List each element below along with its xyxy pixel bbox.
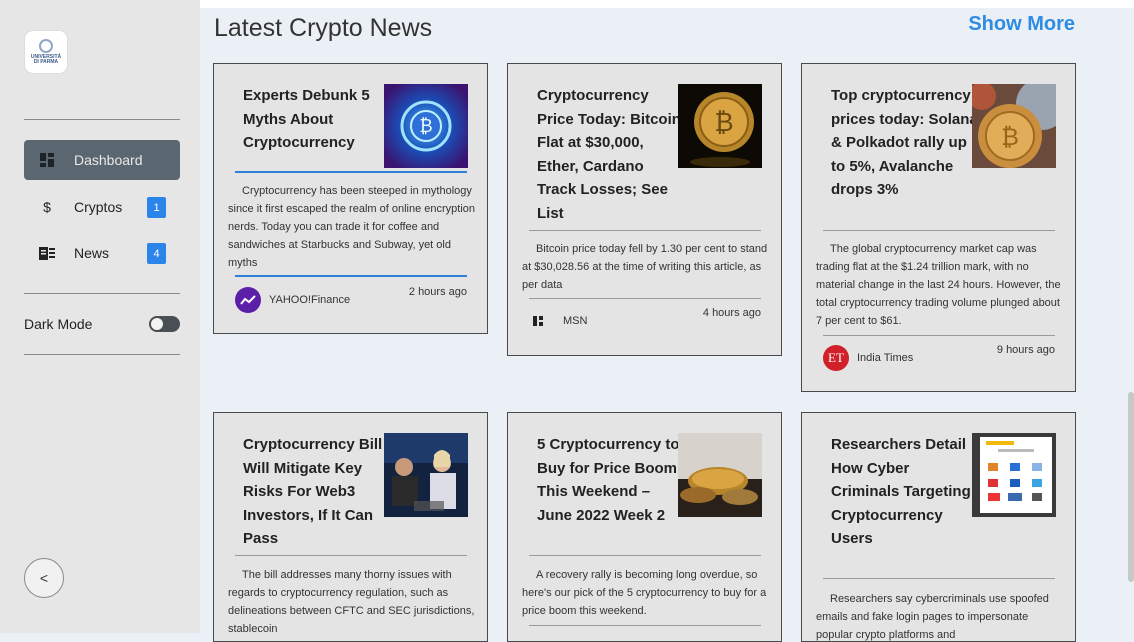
- page-title: Latest Crypto News: [214, 14, 433, 42]
- card-source-name: YAHOO!Finance: [269, 294, 351, 306]
- card-description: Cryptocurrency has been steeped in mytho…: [228, 185, 476, 269]
- card-separator: [823, 578, 1055, 579]
- card-description: The global cryptocurrency market cap was…: [816, 243, 1061, 327]
- news-card[interactable]: Researchers Detail How Cyber Criminals T…: [801, 412, 1076, 642]
- dashboard-icon: [39, 153, 55, 167]
- card-source: MSN 4 hours ago: [529, 307, 761, 335]
- card-separator: [529, 555, 761, 556]
- card-description: Researchers say cybercriminals use spoof…: [816, 593, 1049, 641]
- card-description: A recovery rally is becoming long overdu…: [522, 569, 767, 617]
- sidebar-item-news[interactable]: News 4: [24, 233, 180, 273]
- card-separator: [823, 335, 1055, 336]
- card-description: Bitcoin price today fell by 1.30 per cen…: [522, 243, 768, 291]
- card-title[interactable]: Experts Debunk 5 Myths About Cryptocurre…: [243, 84, 391, 155]
- card-title[interactable]: Top cryptocurrency prices today: Solana …: [831, 84, 979, 202]
- card-description: The bill addresses many thorny issues wi…: [228, 569, 475, 635]
- card-separator: [529, 298, 761, 299]
- show-more-link[interactable]: Show More: [968, 13, 1075, 36]
- top-strip: [200, 0, 1134, 8]
- card-image[interactable]: ₿: [384, 84, 468, 168]
- yahoo-finance-logo-icon: [235, 287, 261, 313]
- dark-mode-label: Dark Mode: [24, 316, 93, 332]
- card-separator: [235, 275, 467, 277]
- collapse-sidebar-button[interactable]: <: [24, 558, 64, 598]
- dollar-icon: $: [43, 199, 51, 215]
- news-card[interactable]: Experts Debunk 5 Myths About Cryptocurre…: [213, 63, 488, 334]
- news-card[interactable]: Top cryptocurrency prices today: Solana …: [801, 63, 1076, 392]
- card-separator: [823, 230, 1055, 231]
- svg-text:₿: ₿: [419, 116, 432, 137]
- card-source: ET India Times 9 hours ago: [823, 344, 1055, 372]
- card-time: 9 hours ago: [996, 344, 1055, 356]
- news-card[interactable]: Cryptocurrency Price Today: Bitcoin Flat…: [507, 63, 782, 356]
- card-separator: [235, 171, 467, 173]
- news-card[interactable]: Cryptocurrency Bill Will Mitigate Key Ri…: [213, 412, 488, 642]
- card-image[interactable]: ₿: [678, 84, 762, 168]
- news-card[interactable]: 5 Cryptocurrency to Buy for Price Boom T…: [507, 412, 782, 642]
- et-logo-icon: ET: [823, 345, 849, 371]
- svg-text:₿: ₿: [1001, 123, 1019, 151]
- sidebar-divider-top: [24, 119, 180, 120]
- card-separator: [235, 555, 467, 556]
- card-title[interactable]: 5 Cryptocurrency to Buy for Price Boom T…: [537, 433, 685, 527]
- card-source-name: India Times: [857, 352, 914, 364]
- logo-text-2: DI PARMA: [33, 59, 59, 65]
- card-title[interactable]: Cryptocurrency Bill Will Mitigate Key Ri…: [243, 433, 391, 551]
- msn-logo-icon: [529, 308, 547, 334]
- dark-mode-row: Dark Mode: [24, 314, 180, 334]
- card-time: 2 hours ago: [408, 286, 467, 298]
- sidebar: UNIVERSITÀ DI PARMA Dashboard $ Cryptos …: [0, 0, 200, 633]
- sidebar-item-label: News: [74, 245, 110, 261]
- svg-text:₿: ₿: [714, 108, 733, 138]
- card-separator: [529, 625, 761, 626]
- chevron-left-icon: <: [39, 570, 49, 586]
- sidebar-divider-bottom: [24, 354, 180, 355]
- card-image[interactable]: [384, 433, 468, 517]
- card-time: 4 hours ago: [702, 307, 761, 319]
- sidebar-item-dashboard[interactable]: Dashboard: [24, 140, 180, 180]
- dark-mode-toggle[interactable]: [149, 316, 180, 332]
- card-source-name: MSN: [563, 315, 588, 327]
- newspaper-icon: [39, 246, 55, 260]
- sidebar-item-label: Dashboard: [74, 152, 143, 168]
- sidebar-item-cryptos[interactable]: $ Cryptos 1: [24, 187, 180, 227]
- news-count-badge: 4: [147, 243, 166, 264]
- page-scrollbar[interactable]: [1128, 392, 1134, 582]
- university-logo[interactable]: UNIVERSITÀ DI PARMA: [25, 31, 67, 73]
- card-image[interactable]: [972, 433, 1056, 517]
- card-separator: [529, 230, 761, 231]
- cryptos-count-badge: 1: [147, 197, 166, 218]
- sidebar-divider-middle: [24, 293, 180, 294]
- university-seal-icon: [39, 39, 53, 53]
- card-source: YAHOO!Finance 2 hours ago: [235, 286, 467, 314]
- card-image[interactable]: [678, 433, 762, 517]
- card-image[interactable]: ₿: [972, 84, 1056, 168]
- sidebar-item-label: Cryptos: [74, 199, 123, 215]
- card-title[interactable]: Researchers Detail How Cyber Criminals T…: [831, 433, 979, 551]
- card-title[interactable]: Cryptocurrency Price Today: Bitcoin Flat…: [537, 84, 685, 225]
